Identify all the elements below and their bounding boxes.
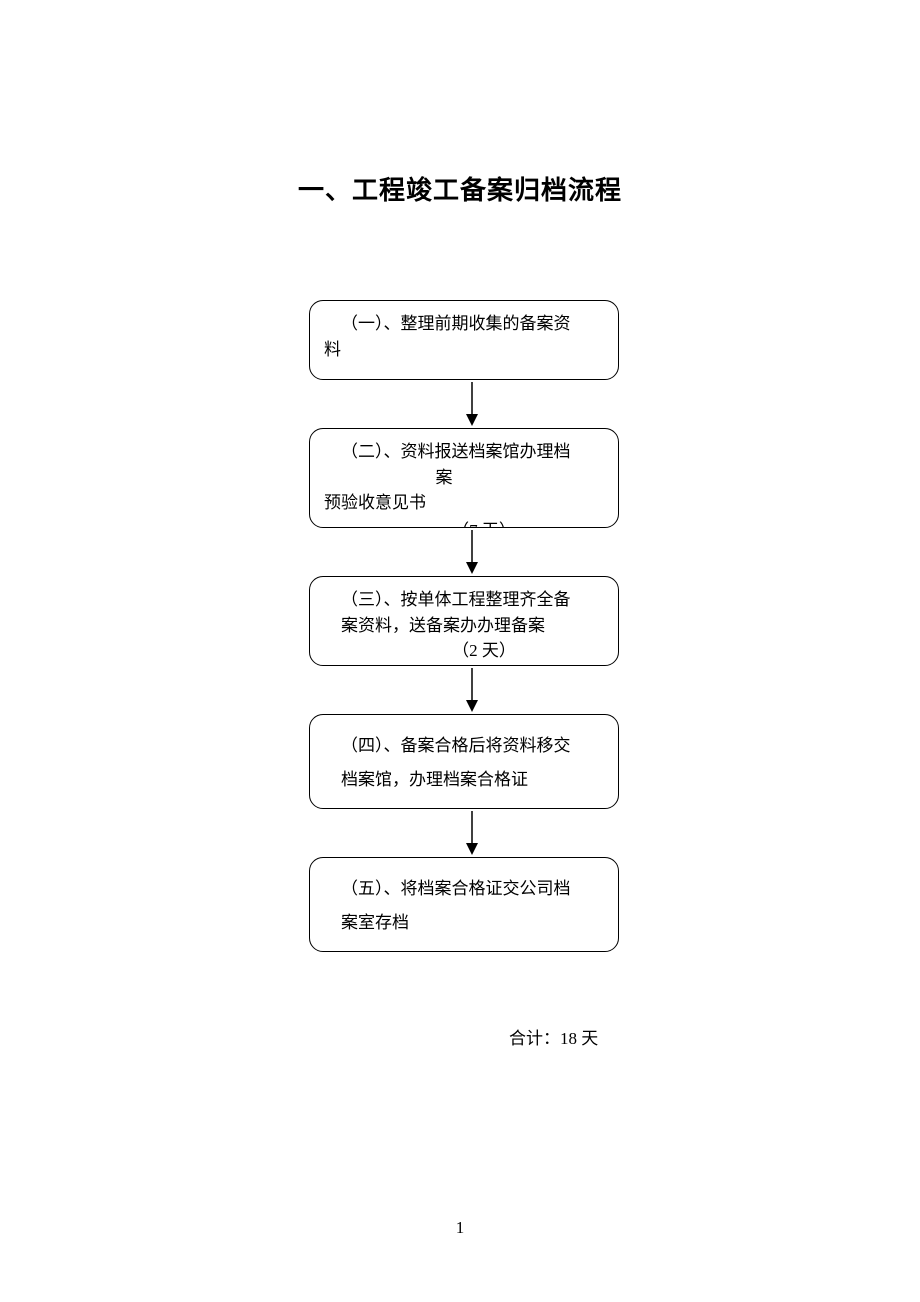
flow-step-4: （四）、备案合格后将资料移交 档案馆，办理档案合格证 [309,714,619,809]
step2-duration: （7 天） [324,518,604,529]
arrow-icon [324,666,619,714]
page-title: 一、工程竣工备案归档流程 [0,170,920,207]
step3-duration: （2 天） [324,638,604,664]
step5-line1: （五）、将档案合格证交公司档 [324,872,604,906]
step3-line2: 案资料，送备案办办理备案 [324,613,604,639]
step2-line1: （二）、资料报送档案馆办理档 [324,439,604,465]
step5-line2: 案室存档 [324,906,604,940]
flow-step-2: （二）、资料报送档案馆办理档 案 预验收意见书 （7 天） [309,428,619,528]
page-number: 1 [0,1218,920,1238]
flow-step-1: （一）、整理前期收集的备案资 料 [309,300,619,380]
arrow-icon [324,809,619,857]
step2-line1b: 案 [324,465,604,491]
total-duration: 合计：18 天 [509,1024,598,1049]
step4-line1: （四）、备案合格后将资料移交 [324,729,604,763]
step2-line2: 预验收意见书 [324,490,604,516]
flow-step-3: （三）、按单体工程整理齐全备 案资料，送备案办办理备案 （2 天） [309,576,619,666]
flow-step-5: （五）、将档案合格证交公司档 案室存档 [309,857,619,952]
step3-line1: （三）、按单体工程整理齐全备 [324,587,604,613]
arrow-icon [324,380,619,428]
flowchart: （一）、整理前期收集的备案资 料 （二）、资料报送档案馆办理档 案 预验收意见书… [309,300,619,952]
step1-line2: 料 [324,337,604,363]
arrow-icon [324,528,619,576]
step1-line1: （一）、整理前期收集的备案资 [324,311,604,337]
step4-line2: 档案馆，办理档案合格证 [324,763,604,797]
